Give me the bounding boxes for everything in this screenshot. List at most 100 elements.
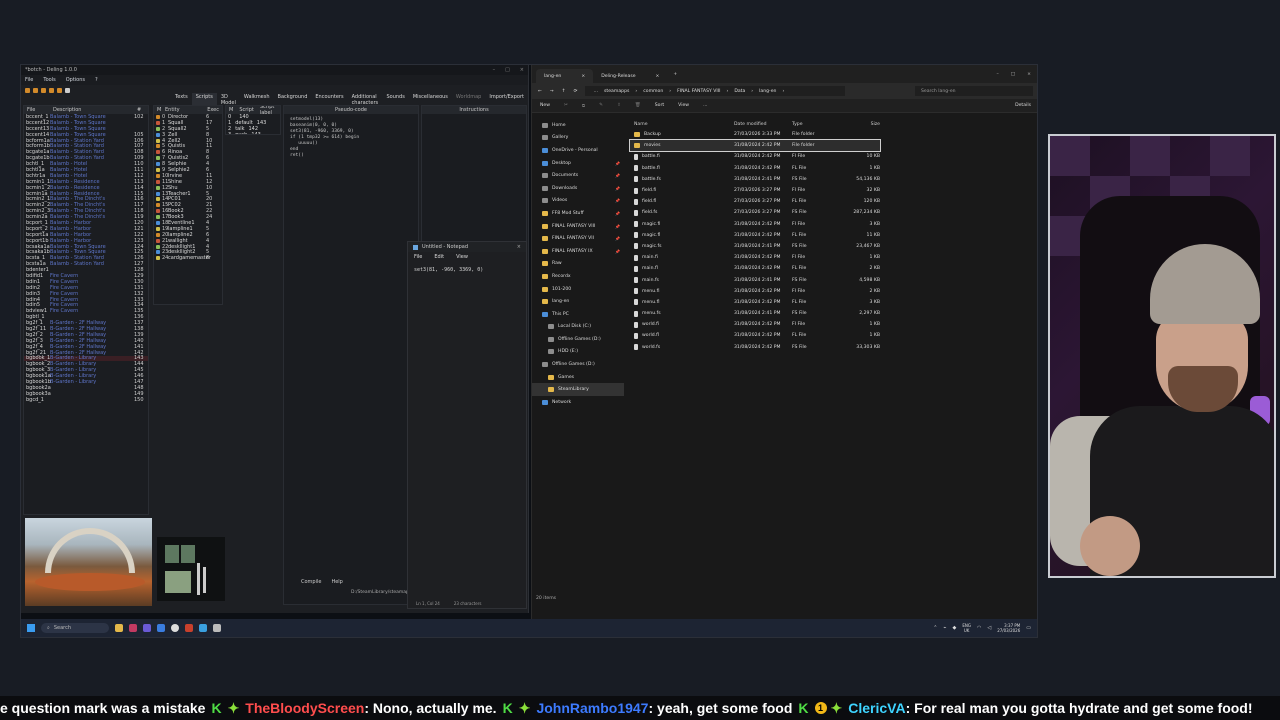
address-bar[interactable]: … steamapps › common › FINAL FANTASY VIII ›… bbox=[585, 86, 846, 96]
file-row[interactable]: menu.fi 31/08/2024 2:42 PM FI File 2 KB bbox=[630, 286, 880, 297]
nav-item[interactable]: FINAL FANTASY VIII 📌 bbox=[532, 220, 624, 233]
menu-options[interactable]: Options bbox=[66, 77, 85, 83]
file-row[interactable]: movies 31/08/2024 2:42 PM File folder bbox=[629, 139, 881, 153]
col-script[interactable]: Script bbox=[236, 107, 257, 113]
close-icon[interactable]: × bbox=[517, 244, 521, 250]
col-size[interactable]: Size bbox=[842, 122, 880, 127]
details-button[interactable]: Details bbox=[1015, 103, 1031, 108]
breadcrumb-lang-en[interactable]: lang-en bbox=[759, 89, 776, 94]
file-row[interactable]: field.fs 27/03/2026 3:27 PM FS File 287,234… bbox=[630, 207, 880, 218]
nav-item[interactable]: Games bbox=[532, 371, 624, 384]
menu-file[interactable]: File bbox=[25, 77, 33, 83]
discord-app-icon[interactable] bbox=[143, 624, 151, 632]
minimize-icon[interactable]: – bbox=[997, 72, 999, 77]
breadcrumb-ff8[interactable]: FINAL FANTASY VIII bbox=[677, 89, 720, 94]
file-row[interactable]: battle.fl 31/08/2024 2:42 PM FL File 1 KB bbox=[630, 163, 880, 174]
help-button[interactable]: Help bbox=[331, 579, 342, 587]
col-m[interactable]: M bbox=[154, 107, 162, 113]
notification-icon[interactable]: ▭ bbox=[1026, 625, 1031, 631]
nav-item[interactable]: Desktop 📌 bbox=[532, 157, 624, 170]
col-number[interactable]: # bbox=[134, 107, 144, 113]
nav-item[interactable]: SteamLibrary bbox=[532, 383, 624, 397]
file-row[interactable]: battle.fi 31/08/2024 2:42 PM FI File 10 KB bbox=[630, 151, 880, 162]
breadcrumb-data[interactable]: Data bbox=[734, 89, 745, 94]
col-date-modified[interactable]: Date modified bbox=[734, 122, 792, 127]
close-tab-icon[interactable]: × bbox=[581, 74, 585, 79]
explorer-search-input[interactable]: Search lang-en bbox=[915, 86, 1033, 96]
wifi-icon[interactable]: ◠ bbox=[977, 625, 981, 631]
file-row[interactable]: Backup 27/03/2026 3:33 PM File folder bbox=[630, 129, 880, 140]
col-exec[interactable]: Exec bbox=[204, 107, 222, 113]
nav-item[interactable]: Recordx bbox=[532, 270, 624, 283]
chevron-up-icon[interactable]: ⌃ bbox=[933, 625, 937, 631]
nav-item[interactable]: FINAL FANTASY IX 📌 bbox=[532, 245, 624, 258]
windows-start-icon[interactable] bbox=[27, 624, 35, 632]
nav-item[interactable]: OneDrive - Personal bbox=[532, 144, 624, 157]
new-button[interactable]: New bbox=[540, 103, 550, 108]
nav-item[interactable]: Offline Games (D:) bbox=[532, 358, 624, 371]
open-icon[interactable] bbox=[25, 87, 30, 93]
nav-item[interactable]: HDD (E:) bbox=[532, 346, 624, 359]
maximize-icon[interactable]: □ bbox=[505, 67, 510, 73]
forward-icon[interactable]: → bbox=[550, 89, 554, 94]
file-row[interactable]: bgcd_1 150 bbox=[24, 397, 148, 403]
up-icon[interactable]: ↑ bbox=[562, 89, 566, 94]
notepad-text-area[interactable]: set3(81, -960, 3369, 0) bbox=[408, 261, 526, 279]
notepad-menu-view[interactable]: View bbox=[456, 254, 468, 260]
file-row[interactable]: menu.fl 31/08/2024 2:42 PM FL File 3 KB bbox=[630, 297, 880, 308]
more-button[interactable]: ... bbox=[703, 103, 707, 108]
copy-icon[interactable]: ⧉ bbox=[582, 103, 585, 109]
nav-item[interactable]: Home bbox=[532, 119, 624, 132]
file-row[interactable]: magic.fs 31/08/2024 2:41 PM FS File 23,467 … bbox=[630, 241, 880, 252]
clock[interactable]: 3:37 PM 27/03/2026 bbox=[997, 623, 1020, 633]
nav-item[interactable]: FINAL FANTASY VII 📌 bbox=[532, 232, 624, 245]
file-row[interactable]: world.fl 31/08/2024 2:42 PM FL File 1 KB bbox=[630, 330, 880, 341]
taskbar-search[interactable]: ⌕ Search bbox=[41, 623, 109, 633]
file-row[interactable]: menu.fs 31/08/2024 2:41 PM FS File 2,297 KB bbox=[630, 308, 880, 319]
col-script-label[interactable]: Script label bbox=[257, 106, 280, 116]
breadcrumb-common[interactable]: common bbox=[643, 89, 663, 94]
col-m[interactable]: M bbox=[226, 107, 236, 113]
col-type[interactable]: Type bbox=[792, 122, 842, 127]
menu-help[interactable]: ? bbox=[95, 77, 98, 83]
obs-app-icon[interactable] bbox=[171, 624, 179, 632]
close-tab-icon[interactable]: × bbox=[656, 74, 660, 79]
close-icon[interactable]: × bbox=[1027, 72, 1031, 77]
app-tray-icon[interactable]: ◆ bbox=[952, 625, 956, 631]
browser-app-icon[interactable] bbox=[129, 624, 137, 632]
col-file[interactable]: File bbox=[24, 107, 50, 113]
nav-item[interactable]: Network bbox=[532, 396, 624, 409]
nav-item[interactable]: FF8 Mod Stuff 📌 bbox=[532, 207, 624, 220]
breadcrumb-steamapps[interactable]: steamapps bbox=[604, 89, 629, 94]
compile-button[interactable]: Compile bbox=[301, 579, 321, 587]
notepad-app-icon[interactable] bbox=[199, 624, 207, 632]
col-entity[interactable]: Entity bbox=[162, 107, 204, 113]
notepad-menu-file[interactable]: File bbox=[414, 254, 422, 260]
file-row[interactable]: field.fl 27/03/2026 3:27 PM FL File 120 KB bbox=[630, 196, 880, 207]
entity-row[interactable]: 24 cardgamemaster 8 bbox=[154, 255, 222, 261]
file-row[interactable]: main.fi 31/08/2024 2:42 PM FI File 1 KB bbox=[630, 252, 880, 263]
settings-icon[interactable] bbox=[65, 87, 70, 93]
nav-item[interactable]: Raw bbox=[532, 258, 624, 271]
network-icon[interactable]: ⌁ bbox=[943, 625, 946, 631]
notepad-menu-edit[interactable]: Edit bbox=[434, 254, 444, 260]
delete-icon[interactable]: 🗑 bbox=[635, 103, 641, 108]
new-tab-icon[interactable]: + bbox=[667, 72, 677, 77]
cut-icon[interactable]: ✂ bbox=[564, 103, 568, 108]
file-row[interactable]: magic.fl 31/08/2024 2:42 PM FL File 11 KB bbox=[630, 230, 880, 241]
tab-lang-en[interactable]: lang-en × bbox=[536, 69, 594, 83]
nav-item[interactable]: Gallery bbox=[532, 132, 624, 145]
language-indicator[interactable]: ENG UK bbox=[962, 623, 971, 633]
import-icon[interactable] bbox=[57, 87, 62, 93]
nav-item[interactable]: lang-en bbox=[532, 295, 624, 308]
export-icon[interactable] bbox=[49, 87, 54, 93]
explorer-app-icon[interactable] bbox=[115, 624, 123, 632]
volume-icon[interactable]: ◁ bbox=[987, 625, 991, 631]
more-path-icon[interactable]: … bbox=[593, 89, 598, 94]
refresh-icon[interactable]: ⟳ bbox=[574, 89, 578, 94]
minimize-icon[interactable]: – bbox=[493, 67, 496, 73]
maximize-icon[interactable]: □ bbox=[1011, 72, 1015, 77]
file-row[interactable]: world.fs 31/08/2024 2:42 PM FS File 33,303 … bbox=[630, 342, 880, 353]
file-row[interactable]: main.fl 31/08/2024 2:42 PM FL File 2 KB bbox=[630, 263, 880, 274]
save-icon[interactable] bbox=[33, 87, 38, 93]
